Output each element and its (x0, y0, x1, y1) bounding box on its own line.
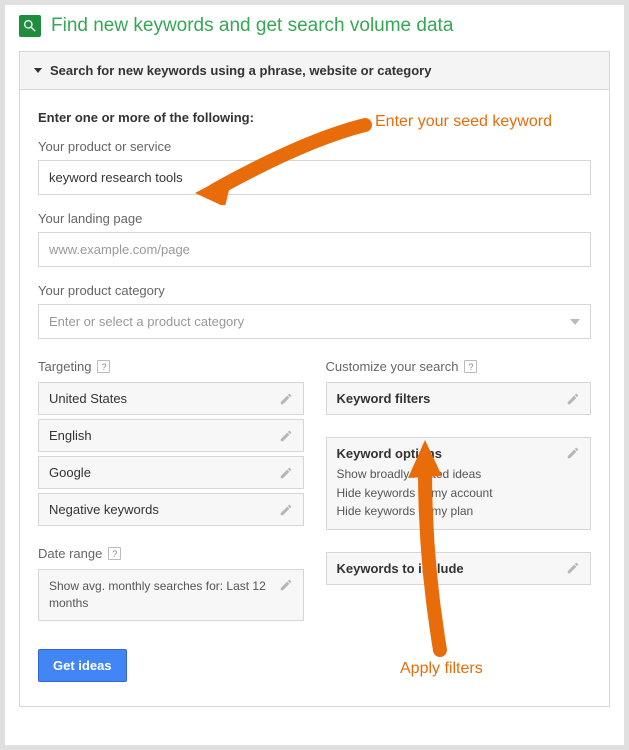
page-title-row: Find new keywords and get search volume … (19, 15, 610, 37)
targeting-item-language[interactable]: English (38, 419, 304, 452)
targeting-item-network[interactable]: Google (38, 456, 304, 489)
targeting-text: English (49, 428, 92, 443)
targeting-text: Negative keywords (49, 502, 159, 517)
targeting-text: United States (49, 391, 127, 406)
product-input[interactable] (38, 160, 591, 195)
landing-input[interactable] (38, 232, 591, 267)
targeting-column: Targeting ? United States English Google… (38, 359, 304, 621)
targeting-text: Google (49, 465, 91, 480)
help-icon[interactable]: ? (108, 547, 121, 560)
pencil-icon (566, 446, 580, 460)
search-icon (19, 15, 41, 37)
keyword-filters-box[interactable]: Keyword filters (326, 382, 592, 415)
landing-label: Your landing page (38, 211, 591, 226)
pencil-icon (566, 561, 580, 575)
pencil-icon (279, 466, 293, 480)
category-select[interactable]: Enter or select a product category (38, 304, 591, 339)
keywords-include-box[interactable]: Keywords to include (326, 552, 592, 585)
category-placeholder: Enter or select a product category (49, 314, 244, 329)
chevron-down-icon (570, 319, 580, 325)
panel: Enter one or more of the following: Your… (19, 90, 610, 707)
intro-text: Enter one or more of the following: (38, 110, 591, 125)
keyword-option-line: Hide keywords in my plan (337, 502, 581, 521)
keyword-options-box[interactable]: Keyword options Show broadly related ide… (326, 437, 592, 530)
targeting-label: Targeting (38, 359, 91, 374)
accordion-title: Search for new keywords using a phrase, … (50, 63, 431, 78)
pencil-icon (279, 429, 293, 443)
help-icon[interactable]: ? (97, 360, 110, 373)
help-icon[interactable]: ? (464, 360, 477, 373)
keyword-option-line: Hide keywords in my account (337, 484, 581, 503)
date-range-box[interactable]: Show avg. monthly searches for: Last 12 … (38, 569, 304, 621)
targeting-item-location[interactable]: United States (38, 382, 304, 415)
pencil-icon (279, 392, 293, 406)
page-title: Find new keywords and get search volume … (51, 15, 453, 37)
customize-label: Customize your search (326, 359, 459, 374)
category-label: Your product category (38, 283, 591, 298)
pencil-icon (566, 392, 580, 406)
pencil-icon (279, 578, 293, 592)
keyword-option-line: Show broadly related ideas (337, 465, 581, 484)
targeting-item-negative[interactable]: Negative keywords (38, 493, 304, 526)
date-range-label: Date range (38, 546, 102, 561)
chevron-down-icon (34, 68, 42, 73)
accordion-header[interactable]: Search for new keywords using a phrase, … (19, 51, 610, 90)
keywords-include-text: Keywords to include (337, 561, 464, 576)
pencil-icon (279, 503, 293, 517)
keyword-filters-text: Keyword filters (337, 391, 431, 406)
keyword-options-title: Keyword options (337, 446, 442, 461)
date-range-text: Show avg. monthly searches for: Last 12 … (49, 578, 293, 612)
get-ideas-button[interactable]: Get ideas (38, 649, 127, 682)
product-label: Your product or service (38, 139, 591, 154)
customize-column: Customize your search ? Keyword filters … (326, 359, 592, 621)
